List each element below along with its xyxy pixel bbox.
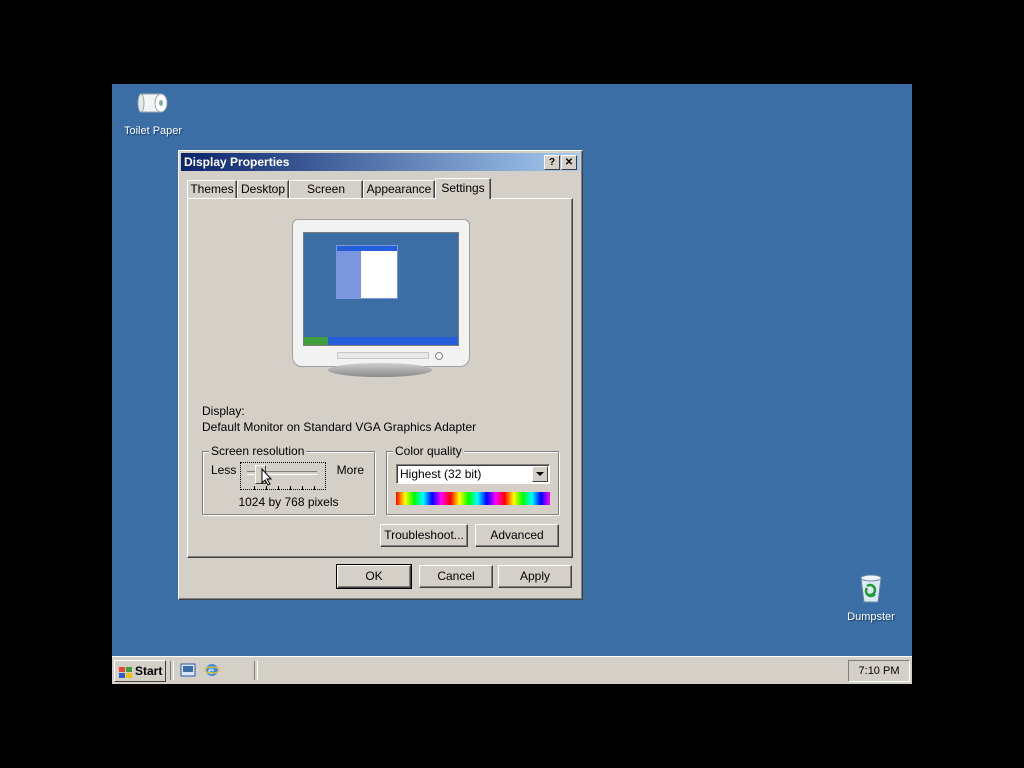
apply-label: Apply: [519, 569, 551, 583]
screen-resolution-group: Screen resolution Less More 1024 by 768 …: [202, 444, 375, 515]
desktop-icon-label: Toilet Paper: [123, 125, 183, 137]
power-button-icon: [435, 352, 443, 360]
group-title: Screen resolution: [209, 444, 307, 458]
tab-desktop[interactable]: Desktop: [237, 180, 289, 198]
internet-explorer-icon[interactable]: e: [203, 662, 221, 678]
show-desktop-icon[interactable]: [180, 662, 196, 678]
tab-appearance[interactable]: Appearance: [363, 180, 435, 198]
display-label: Display:: [202, 404, 245, 418]
system-tray-clock[interactable]: 7:10 PM: [848, 660, 910, 682]
window-title: Display Properties: [184, 155, 290, 169]
taskbar: Start e 7:10 PM: [112, 656, 912, 684]
apply-button[interactable]: Apply: [498, 565, 572, 588]
monitor-slot: [337, 352, 429, 359]
display-value: Default Monitor on Standard VGA Graphics…: [202, 420, 477, 434]
slider-tick: [302, 486, 303, 490]
color-quality-group: Color quality Highest (32 bit): [386, 444, 559, 515]
settings-panel: Display: Default Monitor on Standard VGA…: [187, 198, 573, 558]
monitor-screen: [303, 232, 459, 346]
slider-tick: [314, 486, 315, 490]
desktop-icon-dumpster[interactable]: Dumpster: [826, 572, 912, 623]
close-button[interactable]: ✕: [561, 155, 577, 170]
ok-button[interactable]: OK: [336, 564, 412, 589]
color-quality-value: Highest (32 bit): [400, 467, 482, 481]
advanced-button[interactable]: Advanced: [475, 524, 559, 547]
desktop-icon-label: Dumpster: [847, 611, 895, 623]
clock: 7:10 PM: [858, 665, 900, 677]
slider-tick: [290, 486, 291, 490]
tab-themes[interactable]: Themes: [187, 180, 237, 198]
slider-tick: [278, 486, 279, 490]
monitor-preview: [292, 219, 470, 379]
resolution-slider[interactable]: [240, 462, 326, 490]
windows-logo-icon: [119, 665, 133, 684]
recycle-bin-icon: [826, 572, 912, 607]
tab-settings[interactable]: Settings: [435, 178, 491, 199]
title-bar[interactable]: Display Properties ? ✕: [181, 153, 580, 171]
taskbar-separator: [170, 661, 174, 680]
start-button[interactable]: Start: [114, 660, 166, 682]
chevron-down-icon[interactable]: [532, 466, 548, 482]
toilet-paper-icon: [112, 88, 198, 121]
desktop-icon-toilet-paper[interactable]: Toilet Paper: [112, 88, 198, 137]
taskbar-separator: [254, 661, 258, 680]
less-label: Less: [211, 463, 237, 477]
cancel-button[interactable]: Cancel: [419, 565, 493, 588]
slider-tick: [254, 486, 255, 490]
troubleshoot-label: Troubleshoot...: [384, 528, 464, 542]
troubleshoot-button[interactable]: Troubleshoot...: [380, 524, 468, 547]
monitor-stand: [328, 363, 432, 377]
color-quality-select[interactable]: Highest (32 bit): [396, 464, 550, 484]
preview-window: [336, 245, 398, 299]
display-properties-window: Display Properties ? ✕ Themes Desktop Sc…: [178, 150, 583, 600]
cancel-label: Cancel: [437, 569, 475, 583]
preview-start-button: [304, 337, 328, 345]
desktop: Toilet Paper Dumpster Display Properties…: [112, 84, 912, 684]
resolution-value: 1024 by 768 pixels: [238, 495, 339, 509]
start-label: Start: [135, 664, 163, 678]
advanced-label: Advanced: [490, 528, 544, 542]
color-spectrum-bar: [396, 492, 550, 505]
help-button[interactable]: ?: [544, 155, 560, 170]
tab-screen-saver[interactable]: Screen Saver: [289, 180, 363, 213]
monitor-body: [292, 219, 470, 367]
mouse-cursor-icon: [261, 467, 273, 489]
group-title: Color quality: [393, 444, 464, 458]
ok-label: OK: [365, 569, 383, 583]
more-label: More: [336, 463, 364, 477]
